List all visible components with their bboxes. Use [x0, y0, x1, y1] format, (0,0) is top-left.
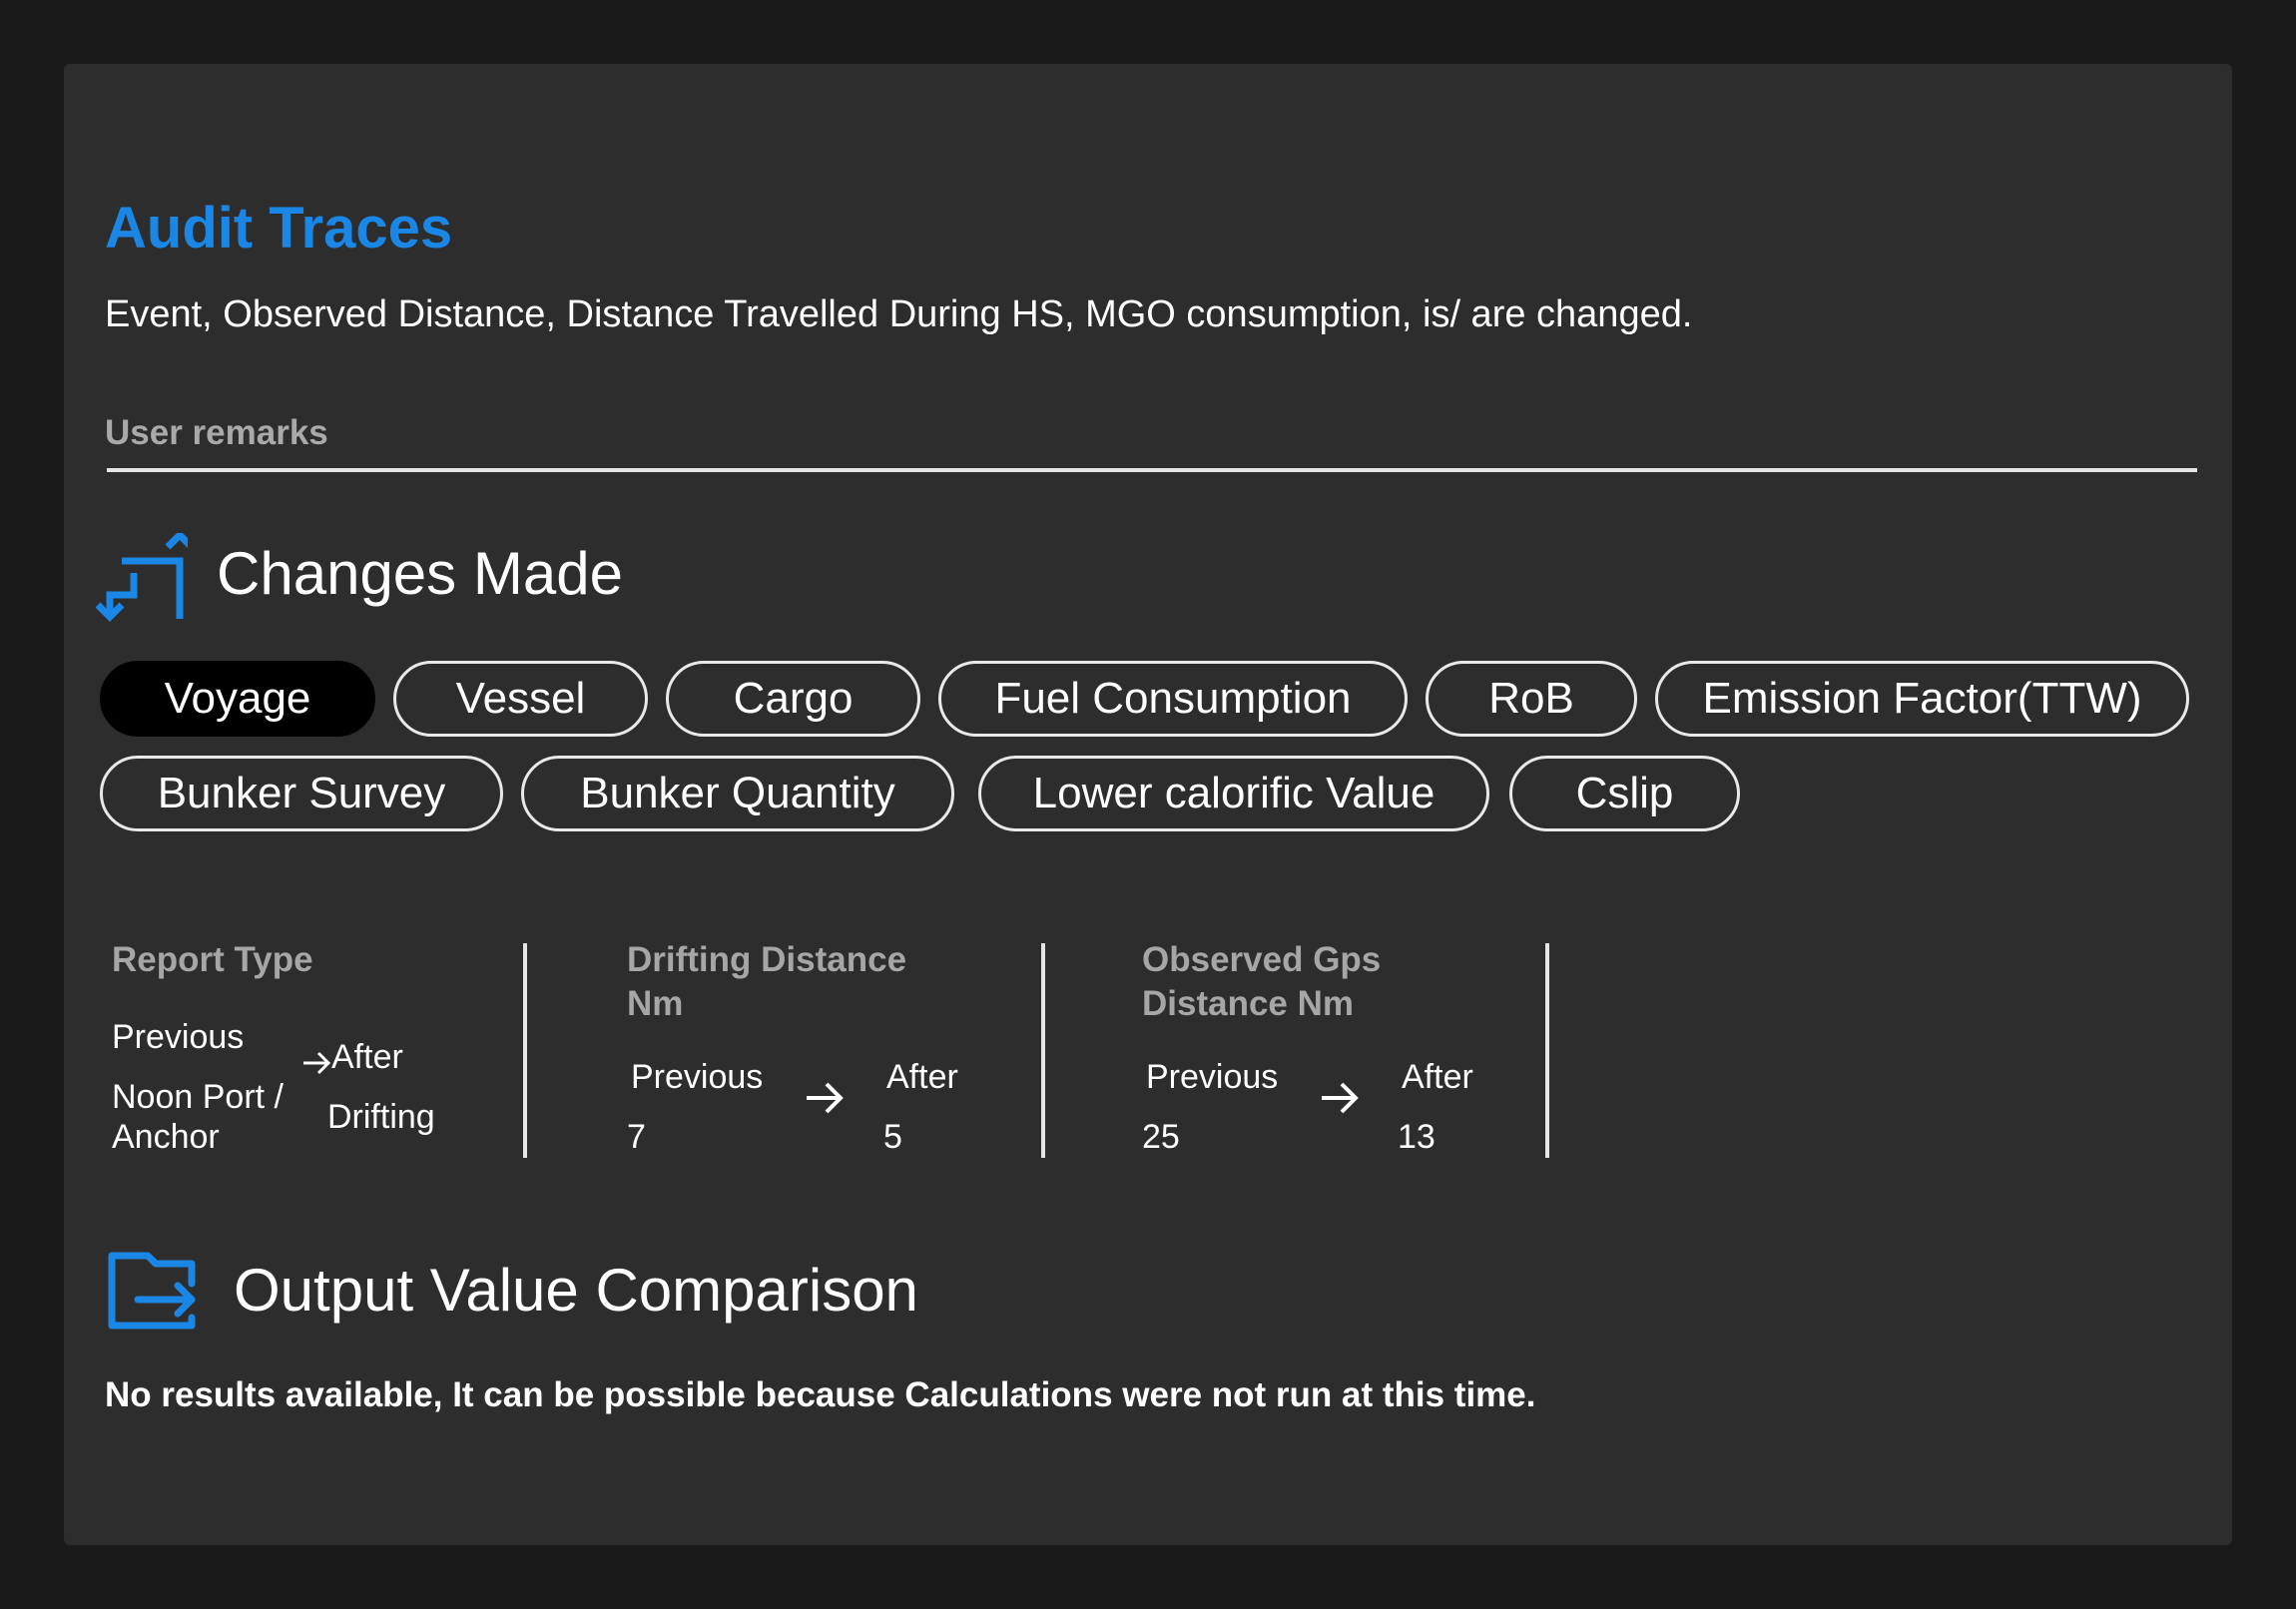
field-name: Observed Gps [1142, 940, 1382, 979]
swap-vertical-arrows-icon [95, 533, 188, 622]
previous-value: 7 [627, 1118, 646, 1156]
tab-bunker-quantity[interactable]: Bunker Quantity [521, 756, 954, 831]
tab-vessel[interactable]: Vessel [393, 661, 648, 737]
arrow-right-icon [807, 1082, 844, 1114]
tab-rob[interactable]: RoB [1426, 661, 1637, 737]
tab-bunker-survey[interactable]: Bunker Survey [100, 756, 503, 831]
column-divider [1041, 943, 1045, 1158]
previous-label: Previous [631, 1058, 764, 1096]
after-value: 5 [883, 1118, 902, 1156]
tab-row-2: Bunker Survey Bunker Quantity Lower calo… [100, 756, 1740, 831]
previous-label: Previous [1146, 1058, 1279, 1096]
tab-cargo[interactable]: Cargo [666, 661, 920, 737]
after-value: 13 [1398, 1118, 1435, 1156]
user-remarks-input-underline[interactable] [107, 468, 2197, 472]
change-summary: Event, Observed Distance, Distance Trave… [105, 293, 1693, 335]
change-field-report-type: Report Type Previous After Noon Port / A… [112, 938, 511, 1158]
tab-row-1: Voyage Vessel Cargo Fuel Consumption RoB… [100, 661, 2189, 737]
after-label: After [331, 1038, 403, 1076]
field-name: Nm [627, 984, 684, 1023]
field-name: Drifting Distance [627, 940, 907, 979]
after-value: Drifting [327, 1098, 435, 1136]
column-divider [523, 943, 527, 1158]
previous-value: 25 [1142, 1118, 1180, 1156]
change-field-drifting-distance: Drifting Distance Nm Previous After 7 5 [627, 938, 1026, 1158]
tab-fuel-consumption[interactable]: Fuel Consumption [938, 661, 1408, 737]
arrow-right-icon [303, 1051, 331, 1075]
change-field-observed-gps-distance: Observed Gps Distance Nm Previous After … [1142, 938, 1541, 1158]
tab-voyage[interactable]: Voyage [100, 661, 375, 737]
tab-cslip[interactable]: Cslip [1509, 756, 1740, 831]
tab-lower-calorific-value[interactable]: Lower calorific Value [978, 756, 1489, 831]
field-name: Report Type [112, 940, 313, 979]
previous-value: Anchor [112, 1118, 220, 1156]
arrow-right-icon [1322, 1082, 1359, 1114]
previous-label: Previous [112, 1018, 245, 1056]
no-results-message: No results available, It can be possible… [105, 1375, 1536, 1414]
page-title: Audit Traces [105, 196, 453, 261]
folder-export-icon [108, 1252, 196, 1330]
after-label: After [886, 1058, 958, 1096]
user-remarks-label: User remarks [105, 413, 328, 452]
field-name: Distance Nm [1142, 984, 1355, 1023]
column-divider [1545, 943, 1549, 1158]
output-value-comparison-title: Output Value Comparison [234, 1257, 918, 1324]
after-label: After [1402, 1058, 1473, 1096]
changes-made-title: Changes Made [217, 540, 623, 607]
tab-emission-factor-ttw[interactable]: Emission Factor(TTW) [1655, 661, 2189, 737]
previous-value: Noon Port / [112, 1078, 284, 1116]
